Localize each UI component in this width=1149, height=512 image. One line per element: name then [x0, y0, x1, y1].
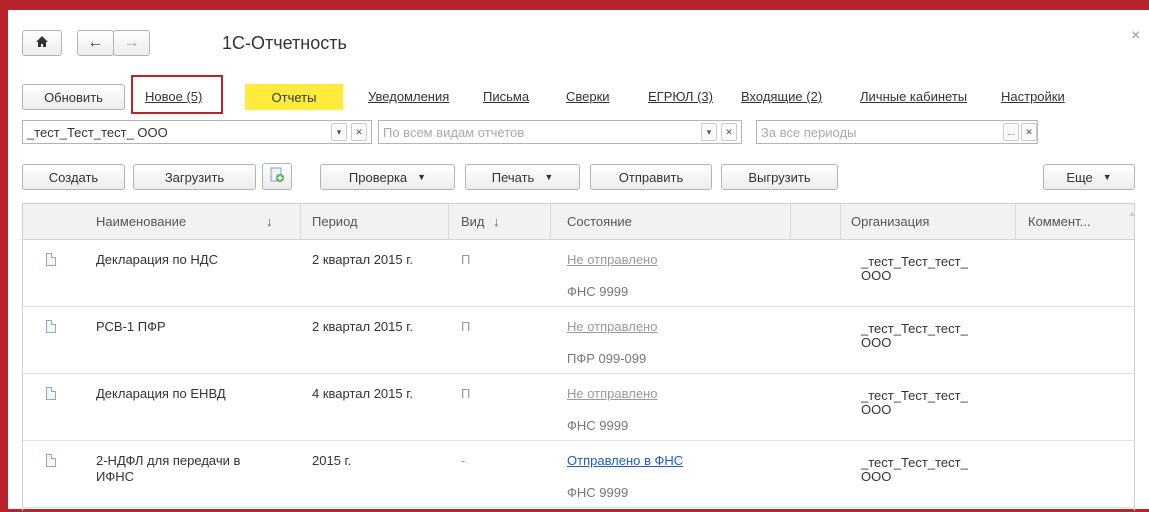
more-button[interactable]: Еще ▼ — [1043, 164, 1135, 190]
organization-dropdown-icon[interactable]: ▾ — [331, 123, 347, 141]
back-arrow-icon: ← — [87, 34, 104, 51]
row-period: 4 квартал 2015 г. — [312, 386, 413, 401]
tab-letters[interactable]: Письма — [483, 89, 529, 104]
tab-notifications[interactable]: Уведомления — [368, 89, 449, 104]
check-button-label: Проверка — [348, 169, 408, 185]
add-document-icon — [269, 167, 285, 186]
report-type-placeholder: По всем видам отчетов — [383, 125, 525, 140]
row-period: 2 квартал 2015 г. — [312, 319, 413, 334]
tab-settings[interactable]: Настройки — [1001, 89, 1065, 104]
sort-arrow-icon: ↓ — [266, 214, 273, 229]
column-header-name[interactable]: Наименование — [96, 214, 186, 229]
print-button-label: Печать — [491, 169, 535, 185]
column-divider — [1015, 204, 1016, 239]
home-button[interactable] — [22, 30, 62, 56]
column-header-organization[interactable]: Организация — [851, 214, 929, 229]
tab-personal-accounts[interactable]: Личные кабинеты — [860, 89, 967, 104]
reports-table[interactable]: Наименование ↓ Период Вид ↓ Состояние Ор… — [22, 203, 1136, 511]
row-status-link[interactable]: Отправлено в ФНС — [567, 453, 683, 469]
column-header-type[interactable]: Вид — [461, 214, 485, 229]
column-header-status[interactable]: Состояние — [567, 214, 632, 229]
period-filter[interactable]: За все периоды … ✕ — [756, 120, 1038, 144]
row-period: 2 квартал 2015 г. — [312, 252, 413, 267]
forward-button[interactable]: → — [113, 30, 150, 56]
row-recipient: ФНС 9999 — [567, 485, 629, 500]
refresh-button[interactable]: Обновить — [22, 84, 125, 110]
row-type: - — [461, 453, 466, 468]
row-organization-line2: ООО — [861, 469, 892, 484]
row-organization-line2: ООО — [861, 402, 892, 417]
export-button[interactable]: Выгрузить — [721, 164, 838, 190]
period-placeholder: За все периоды — [761, 125, 857, 140]
document-icon — [46, 387, 56, 400]
column-divider — [550, 204, 551, 239]
home-icon — [35, 35, 49, 51]
tab-reports-label: Отчеты — [271, 89, 317, 105]
window-frame-left — [0, 0, 8, 512]
row-status-link[interactable]: Не отправлено — [567, 319, 657, 335]
table-row[interactable]: Декларация по НДС 2 квартал 2015 г. П Не… — [23, 240, 1134, 307]
column-header-comment[interactable]: Коммент... — [1028, 214, 1090, 229]
tab-reconciliations[interactable]: Сверки — [566, 89, 610, 104]
column-divider — [840, 204, 841, 239]
report-type-clear-icon[interactable]: ✕ — [721, 123, 737, 141]
send-button[interactable]: Отправить — [590, 164, 712, 190]
row-name: Декларация по ЕНВД — [96, 386, 226, 401]
row-type: П — [461, 252, 471, 267]
add-document-button[interactable] — [262, 163, 292, 190]
row-status-link[interactable]: Не отправлено — [567, 386, 657, 402]
row-recipient: ПФР 099-099 — [567, 351, 647, 366]
tab-egrul[interactable]: ЕГРЮЛ (3) — [648, 89, 713, 104]
table-row[interactable]: РСВ-1 ПФР 2 квартал 2015 г. П Не отправл… — [23, 307, 1134, 374]
window-frame-top — [0, 0, 1149, 10]
document-icon — [46, 320, 56, 333]
row-type: П — [461, 319, 471, 334]
row-organization-line2: ООО — [861, 268, 892, 283]
report-type-filter[interactable]: По всем видам отчетов ▾ ✕ — [378, 120, 742, 144]
create-button[interactable]: Создать — [22, 164, 125, 190]
row-organization-line2: ООО — [861, 335, 892, 350]
chevron-down-icon: ▼ — [1102, 172, 1112, 182]
row-name: Декларация по НДС — [96, 252, 218, 267]
organization-clear-icon[interactable]: ✕ — [351, 123, 367, 141]
chevron-down-icon: ▼ — [544, 172, 554, 182]
column-divider — [790, 204, 791, 239]
table-row[interactable]: Декларация по ЕНВД 4 квартал 2015 г. П Н… — [23, 374, 1134, 441]
report-type-dropdown-icon[interactable]: ▾ — [701, 123, 717, 141]
document-icon — [46, 253, 56, 266]
row-period: 2015 г. — [312, 453, 352, 468]
tab-new[interactable]: Новое (5) — [145, 89, 202, 104]
sort-arrow-icon: ↓ — [493, 214, 500, 229]
column-divider — [300, 204, 301, 239]
row-status-link[interactable]: Не отправлено — [567, 252, 657, 268]
window-title: 1С-Отчетность — [222, 33, 347, 53]
row-type: П — [461, 386, 471, 401]
tab-incoming[interactable]: Входящие (2) — [741, 89, 822, 104]
period-select-icon[interactable]: … — [1003, 123, 1019, 141]
period-clear-icon[interactable]: ✕ — [1021, 123, 1037, 141]
more-button-label: Еще — [1066, 169, 1093, 185]
table-row[interactable]: 2-НДФЛ для передачи в ИФНС 2015 г. - Отп… — [23, 441, 1134, 508]
organization-filter-value: _тест_Тест_тест_ ООО — [27, 125, 168, 140]
column-divider — [448, 204, 449, 239]
tab-reports[interactable]: Отчеты — [245, 84, 343, 110]
row-name: РСВ-1 ПФР — [96, 319, 166, 334]
column-header-period[interactable]: Период — [312, 214, 358, 229]
close-icon[interactable]: × — [1131, 27, 1140, 45]
back-button[interactable]: ← — [77, 30, 114, 56]
check-button[interactable]: Проверка ▼ — [320, 164, 455, 190]
row-recipient: ФНС 9999 — [567, 418, 629, 433]
row-recipient: ФНС 9999 — [567, 284, 629, 299]
document-icon — [46, 454, 56, 467]
row-name-line2: ИФНС — [96, 469, 135, 484]
table-header: Наименование ↓ Период Вид ↓ Состояние Ор… — [23, 204, 1136, 240]
scroll-up-icon[interactable]: ▲ — [1128, 209, 1136, 218]
row-name: 2-НДФЛ для передачи в — [96, 453, 241, 468]
forward-arrow-icon: → — [123, 34, 140, 51]
organization-filter[interactable]: _тест_Тест_тест_ ООО ▾ ✕ — [22, 120, 372, 144]
load-button[interactable]: Загрузить — [133, 164, 256, 190]
print-button[interactable]: Печать ▼ — [465, 164, 580, 190]
chevron-down-icon: ▼ — [417, 172, 427, 182]
